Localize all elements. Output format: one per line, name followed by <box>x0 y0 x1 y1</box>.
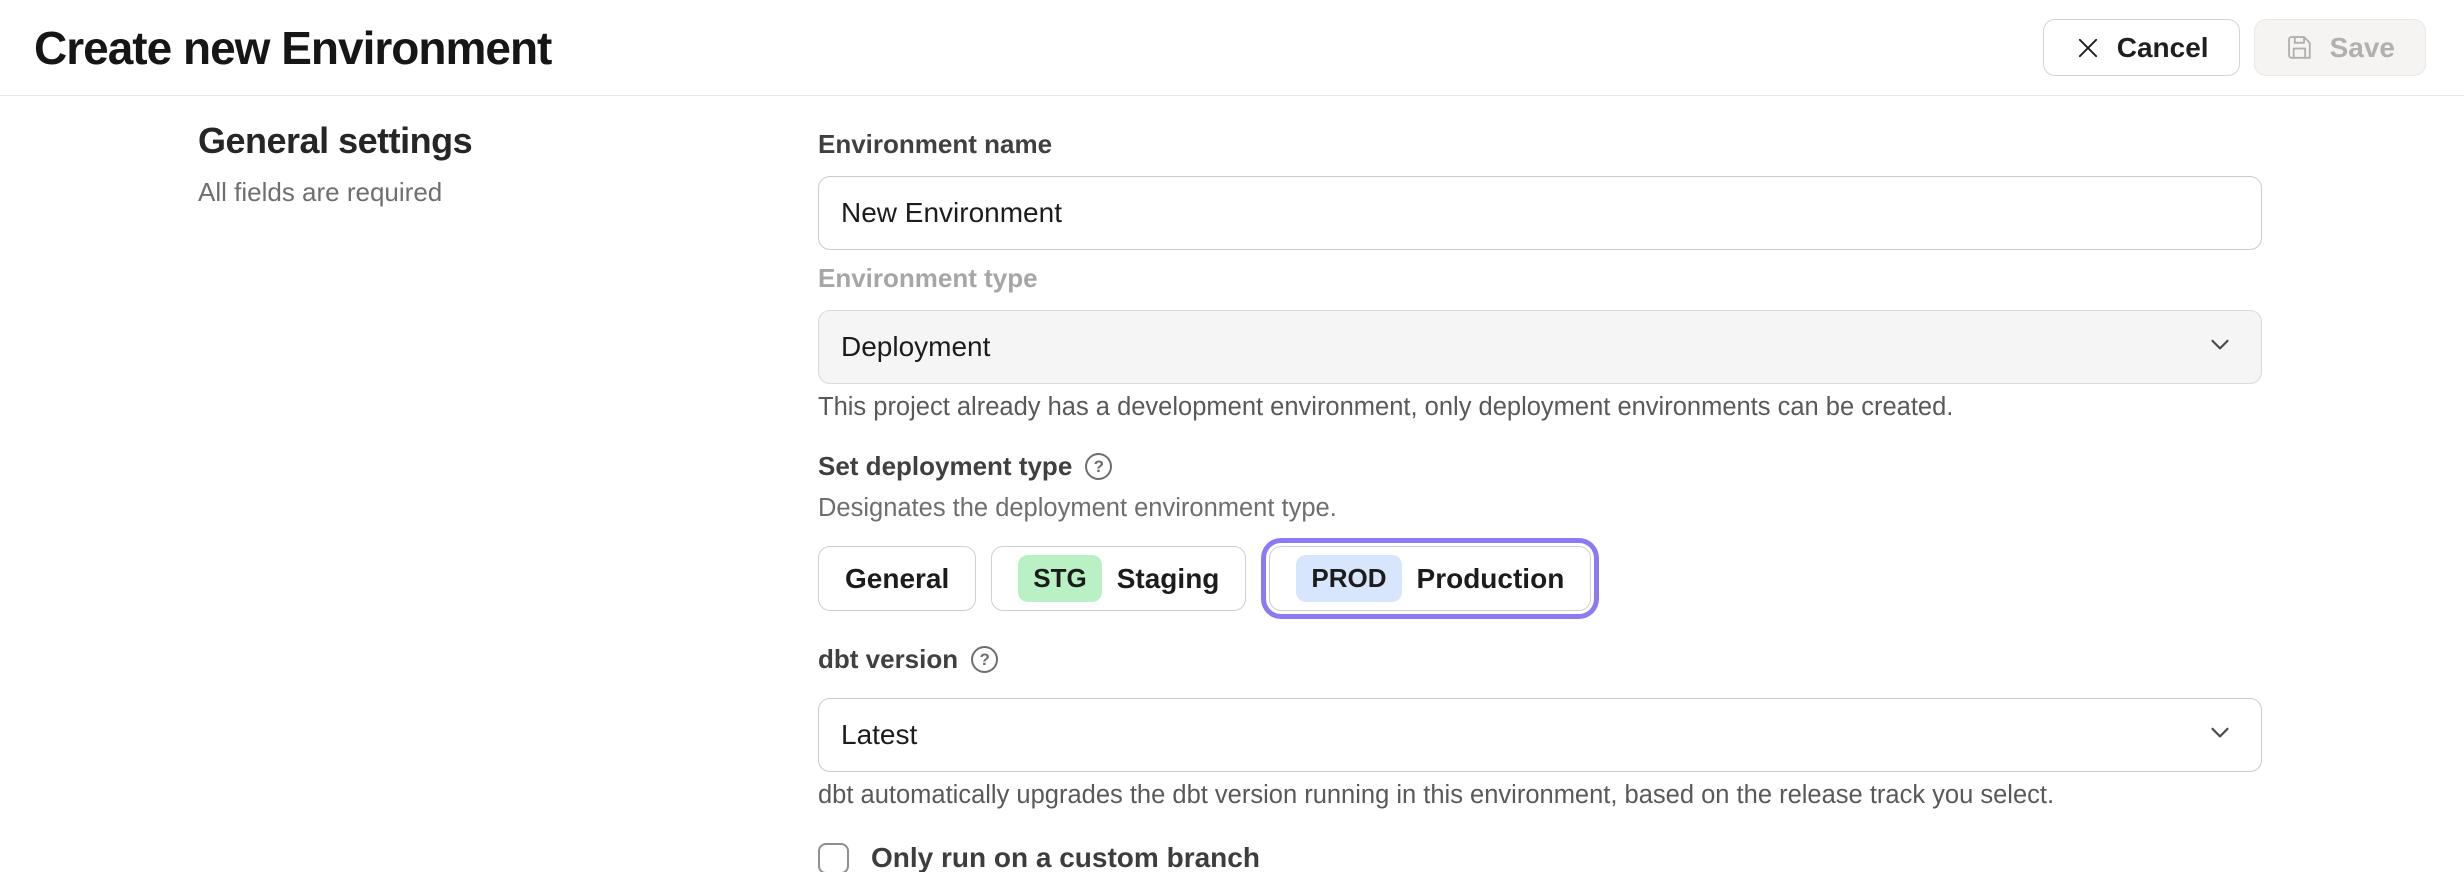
deployment-type-option-label: Staging <box>1117 563 1220 595</box>
custom-branch-checkbox[interactable] <box>818 843 849 872</box>
chevron-down-icon <box>2205 717 2235 754</box>
header-actions: Cancel Save <box>2043 19 2426 76</box>
environment-type-select[interactable]: Deployment <box>818 310 2262 384</box>
main-content: General settings All fields are required… <box>0 96 2464 872</box>
dbt-version-label: dbt version ? <box>818 644 2262 675</box>
custom-branch-row[interactable]: Only run on a custom branch <box>818 842 2262 872</box>
environment-type-label: Environment type <box>818 263 2262 294</box>
save-button[interactable]: Save <box>2254 19 2426 76</box>
section-heading: General settings <box>198 120 818 162</box>
deployment-type-label: Set deployment type ? <box>818 451 2262 482</box>
custom-branch-label: Only run on a custom branch <box>871 842 1260 872</box>
deployment-type-options: General STG Staging PROD Production <box>818 546 2262 611</box>
staging-badge: STG <box>1018 555 1101 602</box>
save-button-label: Save <box>2330 32 2395 64</box>
dbt-version-helper: dbt automatically upgrades the dbt versi… <box>818 781 2262 810</box>
environment-type-value: Deployment <box>841 331 990 363</box>
deployment-type-option-label: Production <box>1417 563 1565 595</box>
environment-type-helper: This project already has a development e… <box>818 393 2262 422</box>
environment-form: Environment name Environment type Deploy… <box>818 120 2262 872</box>
production-badge: PROD <box>1296 555 1401 602</box>
dbt-version-label-text: dbt version <box>818 644 958 675</box>
environment-name-label: Environment name <box>818 129 2262 160</box>
help-icon[interactable]: ? <box>1085 453 1112 480</box>
deployment-type-option-production[interactable]: PROD Production <box>1269 546 1591 611</box>
deployment-type-description: Designates the deployment environment ty… <box>818 494 2262 523</box>
environment-name-input[interactable] <box>818 176 2262 250</box>
page-header: Create new Environment Cancel Save <box>0 0 2464 96</box>
close-icon <box>2074 34 2102 62</box>
deployment-type-option-staging[interactable]: STG Staging <box>991 546 1246 611</box>
deployment-type-option-label: General <box>845 563 949 595</box>
deployment-type-label-text: Set deployment type <box>818 451 1072 482</box>
help-icon[interactable]: ? <box>971 646 998 673</box>
settings-section-info: General settings All fields are required <box>198 120 818 872</box>
cancel-button-label: Cancel <box>2117 32 2209 64</box>
page-title: Create new Environment <box>34 21 2043 75</box>
dbt-version-value: Latest <box>841 719 917 751</box>
deployment-type-option-general[interactable]: General <box>818 546 976 611</box>
section-subheading: All fields are required <box>198 177 818 208</box>
dbt-version-select[interactable]: Latest <box>818 698 2262 772</box>
save-icon <box>2285 33 2315 63</box>
cancel-button[interactable]: Cancel <box>2043 19 2240 76</box>
chevron-down-icon <box>2205 329 2235 366</box>
